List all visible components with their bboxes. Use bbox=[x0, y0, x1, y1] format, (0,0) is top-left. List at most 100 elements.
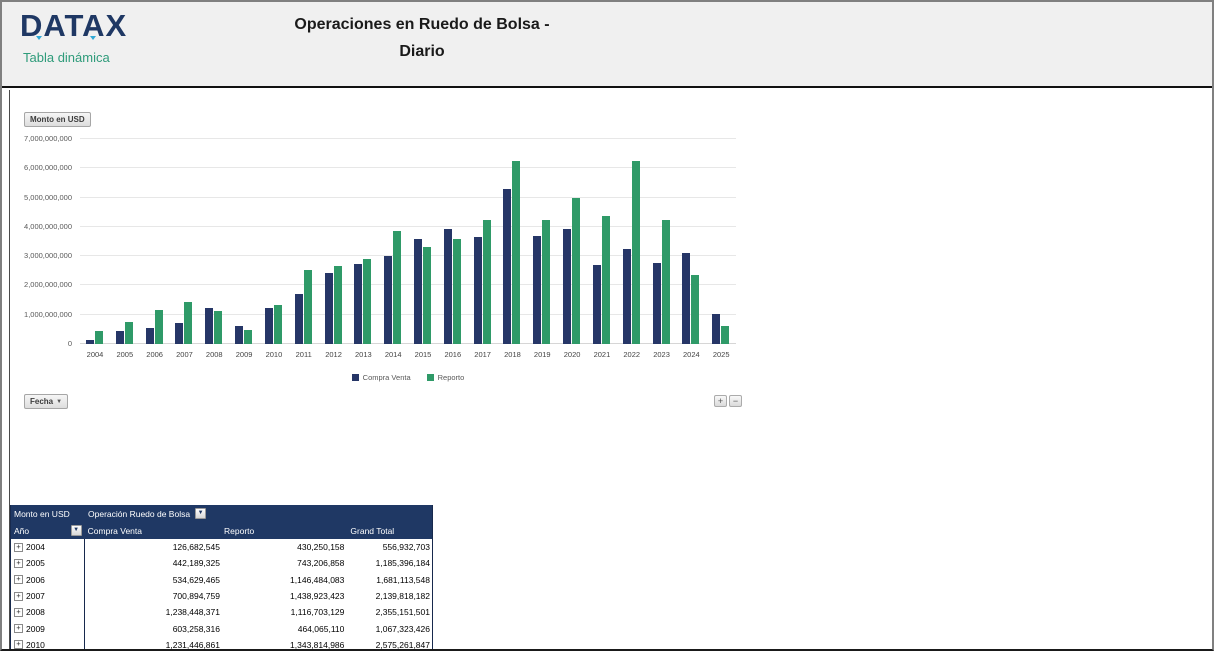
expand-year-button[interactable]: + bbox=[14, 592, 23, 601]
page-header: DATAX Tabla dinámica Operaciones en Rued… bbox=[2, 2, 1212, 88]
x-axis-label: 2021 bbox=[587, 350, 617, 359]
table-row-2006: +2006534,629,4651,146,484,0831,681,113,5… bbox=[11, 572, 432, 588]
x-axis-label: 2011 bbox=[289, 350, 319, 359]
bar-reporto-2016 bbox=[453, 239, 461, 344]
bar-compra-venta-2007 bbox=[175, 323, 183, 344]
chart-axis-field-button[interactable]: Fecha ▼ bbox=[24, 394, 68, 409]
row-filter-button[interactable]: ▼ bbox=[71, 525, 82, 536]
x-axis-label: 2008 bbox=[199, 350, 229, 359]
pivot-table-body: +2004126,682,545430,250,158556,932,703+2… bbox=[11, 539, 432, 651]
legend-label: Compra Venta bbox=[363, 373, 411, 382]
chart-axis-field-label: Fecha bbox=[30, 397, 53, 406]
x-axis-label: 2010 bbox=[259, 350, 289, 359]
pivot-column-field-label: Operación Ruedo de Bolsa bbox=[88, 509, 190, 519]
expand-year-button[interactable]: + bbox=[14, 624, 23, 633]
x-axis-label: 2022 bbox=[617, 350, 647, 359]
compra-venta-value: 700,894,759 bbox=[85, 591, 224, 601]
compra-venta-value: 126,682,545 bbox=[85, 542, 224, 552]
legend-item-compra-venta: Compra Venta bbox=[352, 373, 411, 382]
legend-item-reporto: Reporto bbox=[427, 373, 465, 382]
x-axis-label: 2018 bbox=[497, 350, 527, 359]
column-header-grand-total: Grand Total bbox=[348, 526, 432, 536]
filter-dropdown-icon: ▼ bbox=[73, 527, 79, 533]
bar-compra-venta-2020 bbox=[563, 229, 571, 344]
year-label: 2008 bbox=[26, 607, 45, 617]
bar-compra-venta-2005 bbox=[116, 331, 124, 344]
bar-reporto-2009 bbox=[244, 330, 252, 344]
table-row-2004: +2004126,682,545430,250,158556,932,703 bbox=[11, 539, 432, 555]
bar-reporto-2017 bbox=[483, 220, 491, 344]
bar-reporto-2024 bbox=[691, 275, 699, 344]
grand-total-value: 1,681,113,548 bbox=[348, 575, 432, 585]
table-row-2005: +2005442,189,325743,206,8581,185,396,184 bbox=[11, 555, 432, 571]
year-label: 2009 bbox=[26, 624, 45, 634]
bar-reporto-2014 bbox=[393, 231, 401, 344]
bar-reporto-2005 bbox=[125, 322, 133, 344]
x-axis-label: 2007 bbox=[169, 350, 199, 359]
x-axis-label: 2009 bbox=[229, 350, 259, 359]
y-axis-label: 7,000,000,000 bbox=[2, 134, 72, 143]
legend-label: Reporto bbox=[438, 373, 465, 382]
x-axis-label: 2025 bbox=[706, 350, 736, 359]
expand-year-button[interactable]: + bbox=[14, 543, 23, 552]
y-axis-label: 4,000,000,000 bbox=[2, 222, 72, 231]
bar-compra-venta-2008 bbox=[205, 308, 213, 344]
logo-tagline: Tabla dinámica bbox=[23, 50, 110, 65]
bar-compra-venta-2016 bbox=[444, 229, 452, 344]
reporto-value: 464,065,110 bbox=[224, 624, 348, 634]
compra-venta-value: 603,258,316 bbox=[85, 624, 224, 634]
expand-year-button[interactable]: + bbox=[14, 608, 23, 617]
bar-reporto-2025 bbox=[721, 326, 729, 344]
column-filter-button[interactable]: ▼ bbox=[195, 508, 206, 519]
x-axis-label: 2023 bbox=[647, 350, 677, 359]
pivot-row-field-cell: Año ▼ bbox=[11, 522, 85, 539]
bar-compra-venta-2012 bbox=[325, 273, 333, 344]
x-axis-label: 2024 bbox=[676, 350, 706, 359]
expand-year-button[interactable]: + bbox=[14, 575, 23, 584]
compra-venta-value: 1,231,446,861 bbox=[85, 640, 224, 650]
reporto-value: 430,250,158 bbox=[224, 542, 348, 552]
bar-compra-venta-2022 bbox=[623, 249, 631, 344]
bar-reporto-2007 bbox=[184, 302, 192, 344]
column-header-compra-venta: Compra Venta bbox=[85, 526, 224, 536]
chart-value-field-button[interactable]: Monto en USD bbox=[24, 112, 91, 127]
bar-reporto-2020 bbox=[572, 198, 580, 344]
x-axis-label: 2006 bbox=[140, 350, 170, 359]
reporto-value: 1,438,923,423 bbox=[224, 591, 348, 601]
table-row-2009: +2009 603,258,316464,065,1101,067,323,426 bbox=[11, 620, 432, 636]
logo-accent-icon bbox=[90, 36, 96, 40]
pivot-table: Monto en USD Operación Ruedo de Bolsa ▼ … bbox=[10, 505, 433, 651]
bar-reporto-2010 bbox=[274, 305, 282, 344]
expand-year-button[interactable]: + bbox=[14, 640, 23, 649]
reporto-value: 1,146,484,083 bbox=[224, 575, 348, 585]
compra-venta-value: 534,629,465 bbox=[85, 575, 224, 585]
bar-reporto-2023 bbox=[662, 220, 670, 344]
bar-reporto-2021 bbox=[602, 216, 610, 344]
year-label: 2010 bbox=[26, 640, 45, 650]
bar-compra-venta-2011 bbox=[295, 294, 303, 344]
workbook-page: DATAX Tabla dinámica Operaciones en Rued… bbox=[0, 0, 1214, 651]
grand-total-value: 1,067,323,426 bbox=[348, 624, 432, 634]
compra-venta-value: 442,189,325 bbox=[85, 558, 224, 568]
page-title-line1: Operaciones en Ruedo de Bolsa - bbox=[222, 11, 622, 38]
compra-venta-value: 1,238,448,371 bbox=[85, 607, 224, 617]
bar-compra-venta-2015 bbox=[414, 239, 422, 344]
pivot-row-field-label: Año bbox=[14, 526, 29, 536]
bar-compra-venta-2019 bbox=[533, 236, 541, 344]
bar-reporto-2013 bbox=[363, 259, 371, 344]
bar-compra-venta-2004 bbox=[86, 340, 94, 344]
chart-collapse-field-button[interactable]: − bbox=[729, 395, 742, 407]
expand-year-button[interactable]: + bbox=[14, 559, 23, 568]
bar-reporto-2008 bbox=[214, 311, 222, 344]
bar-reporto-2011 bbox=[304, 270, 312, 344]
x-axis-label: 2020 bbox=[557, 350, 587, 359]
chart-expand-field-button[interactable]: + bbox=[714, 395, 727, 407]
reporto-value: 743,206,858 bbox=[224, 558, 348, 568]
bar-reporto-2019 bbox=[542, 220, 550, 344]
table-row-2008: +20081,238,448,3711,116,703,1292,355,151… bbox=[11, 604, 432, 620]
year-label: 2007 bbox=[26, 591, 45, 601]
reporto-value: 1,343,814,986 bbox=[224, 640, 348, 650]
bar-reporto-2022 bbox=[632, 161, 640, 344]
x-axis-label: 2019 bbox=[527, 350, 557, 359]
x-axis-label: 2012 bbox=[319, 350, 349, 359]
